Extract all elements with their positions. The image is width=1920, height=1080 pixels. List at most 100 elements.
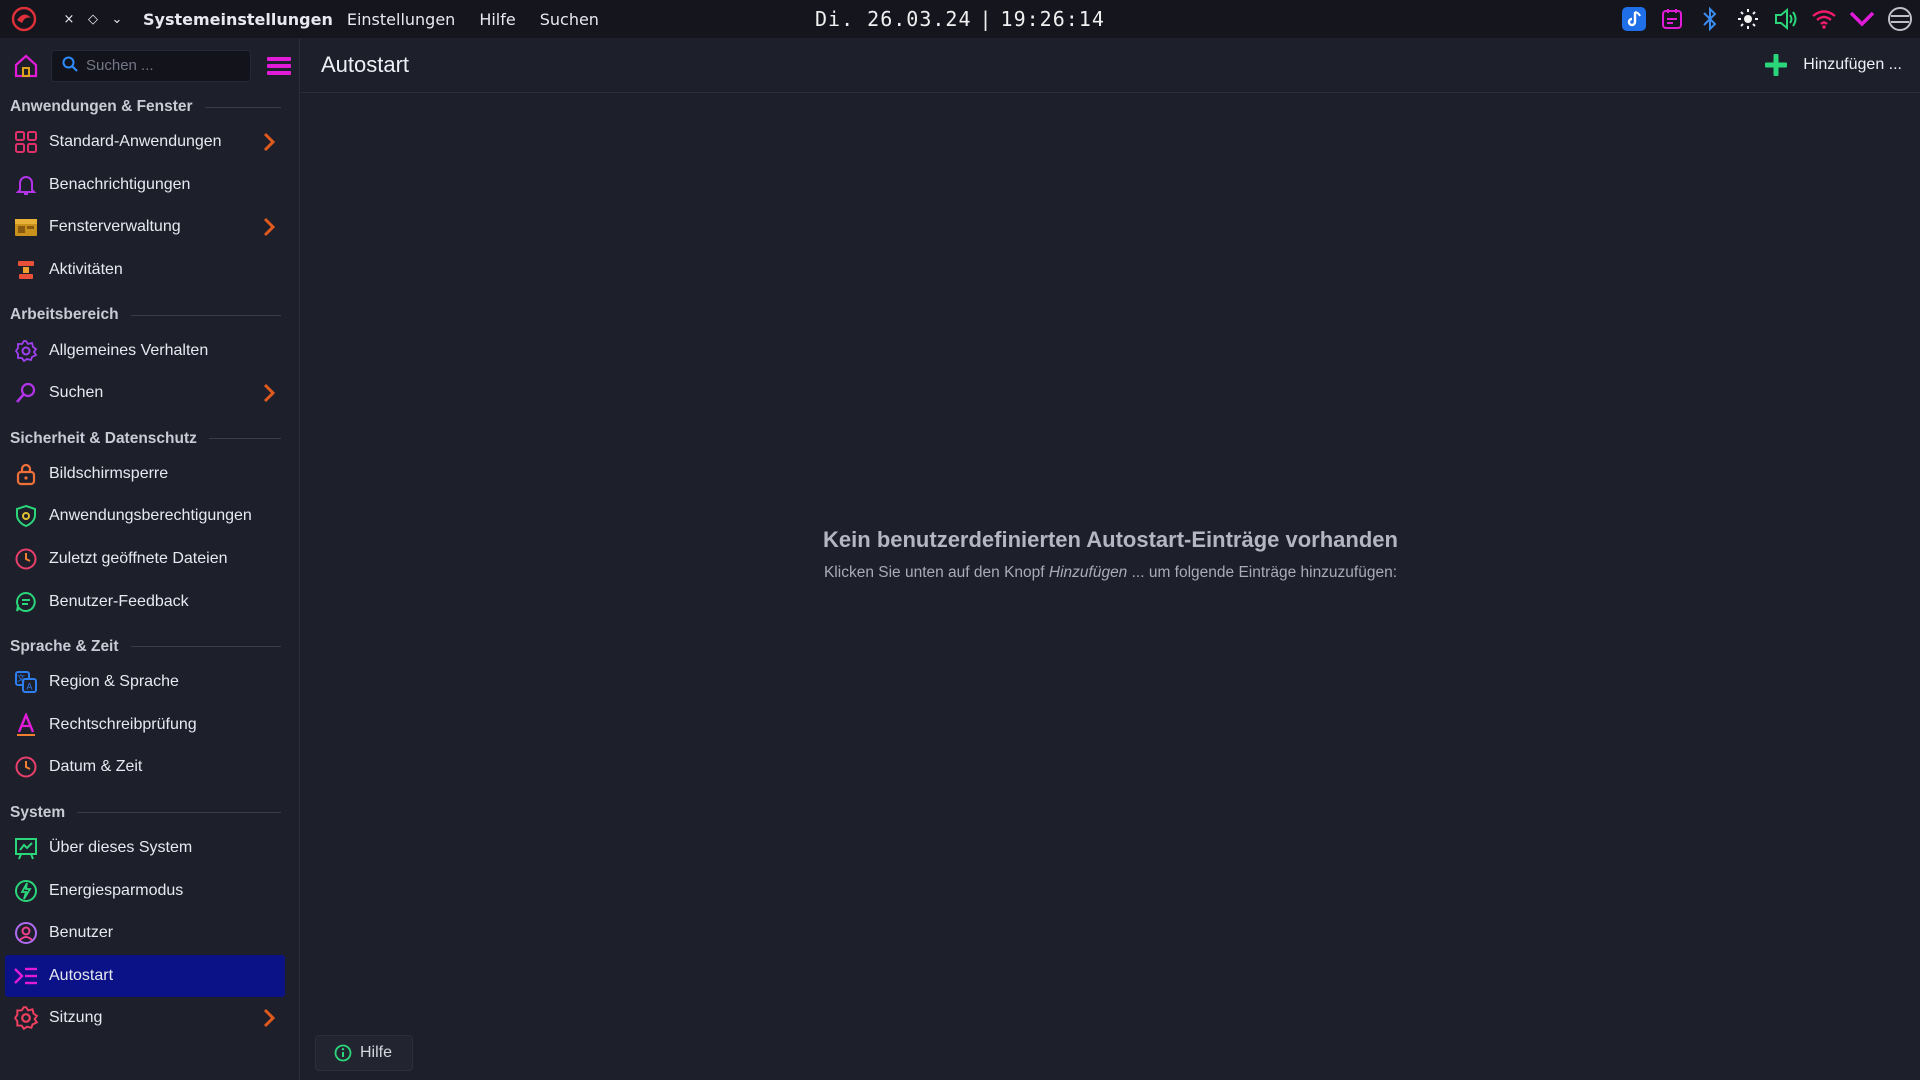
lock-icon xyxy=(13,461,39,487)
svg-text:文: 文 xyxy=(17,673,25,683)
sidebar-item-benutzer-feedback[interactable]: Benutzer-Feedback xyxy=(5,580,285,623)
sidebar-category-label: Anwendungen & Fenster xyxy=(10,98,193,115)
sidebar-item-label: Suchen xyxy=(49,384,104,402)
chevron-right-icon xyxy=(259,383,279,403)
sidebar-item-label: Rechtschreibprüfung xyxy=(49,715,197,733)
sidebar-item-aktivitäten[interactable]: Aktivitäten xyxy=(5,249,285,292)
session-gear-icon xyxy=(13,1005,39,1031)
sidebar-item-zuletzt-geöffnete-dateien[interactable]: Zuletzt geöffnete Dateien xyxy=(5,538,285,581)
help-button-label: Hilfe xyxy=(360,1044,393,1061)
chevron-right-icon xyxy=(259,217,279,237)
page-title: Autostart xyxy=(321,52,410,77)
add-button-label: Hinzufügen ... xyxy=(1803,56,1902,73)
menu-einstellungen[interactable]: Einstellungen xyxy=(347,10,455,29)
sidebar-category: System xyxy=(0,799,299,827)
global-menu: Systemeinstellungen Einstellungen Hilfe … xyxy=(143,10,623,29)
sidebar-item-fensterverwaltung[interactable]: Fensterverwaltung xyxy=(5,206,285,249)
shield-icon xyxy=(13,503,39,529)
user-icon[interactable] xyxy=(1886,5,1914,33)
feedback-icon xyxy=(13,589,39,615)
app-icon[interactable] xyxy=(1620,5,1648,33)
empty-text-after: ... um folgende Einträge hinzuzufügen: xyxy=(1127,564,1398,581)
magnifier-icon xyxy=(13,380,39,406)
sidebar-item-label: Benachrichtigungen xyxy=(49,175,191,193)
content-area: Kein benutzerdefinierten Autostart-Eintr… xyxy=(301,94,1920,1032)
main-header: Autostart Hinzufügen ... xyxy=(301,38,1920,93)
wifi-icon[interactable] xyxy=(1810,5,1838,33)
empty-state-title: Kein benutzerdefinierten Autostart-Eintr… xyxy=(823,527,1398,552)
spellcheck-icon xyxy=(13,712,39,738)
menu-hilfe[interactable]: Hilfe xyxy=(479,10,515,29)
sidebar-item-standard-anwendungen[interactable]: Standard-Anwendungen xyxy=(5,121,285,164)
clock[interactable]: Di. 26.03.24 | 19:26:14 xyxy=(815,6,1105,32)
category-divider xyxy=(77,812,281,814)
apps-grid-icon xyxy=(13,129,39,155)
sidebar-item-allgemeines-verhalten[interactable]: Allgemeines Verhalten xyxy=(5,329,285,372)
sidebar-item-label: Über dieses System xyxy=(49,839,193,857)
sidebar-item-bildschirmsperre[interactable]: Bildschirmsperre xyxy=(5,453,285,496)
sidebar-item-label: Energiesparmodus xyxy=(49,881,184,899)
sidebar-item-energiesparmodus[interactable]: Energiesparmodus xyxy=(5,869,285,912)
sidebar-item-benachrichtigungen[interactable]: Benachrichtigungen xyxy=(5,164,285,207)
clock-icon xyxy=(13,546,39,572)
category-divider xyxy=(204,106,281,108)
sidebar-item-label: Benutzer-Feedback xyxy=(49,592,189,610)
volume-icon[interactable] xyxy=(1772,5,1800,33)
menu-suchen[interactable]: Suchen xyxy=(540,10,599,29)
sidebar-item-anwendungsberechtigungen[interactable]: Anwendungsberechtigungen xyxy=(5,495,285,538)
window-controls: × ◇ ⌄ xyxy=(57,7,129,31)
chevron-right-icon xyxy=(259,1008,279,1028)
sidebar-item-über-dieses-system[interactable]: Über dieses System xyxy=(5,827,285,870)
search-input[interactable] xyxy=(86,57,246,74)
chevron-icon[interactable] xyxy=(1848,5,1876,33)
sidebar-category-label: System xyxy=(10,803,66,821)
sidebar-item-datum-zeit[interactable]: Datum & Zeit xyxy=(5,746,285,789)
search-icon xyxy=(62,56,78,76)
sidebar-item-label: Allgemeines Verhalten xyxy=(49,341,209,359)
bluetooth-icon[interactable] xyxy=(1696,5,1724,33)
footer: Hilfe xyxy=(301,1032,1920,1080)
chevron-right-icon xyxy=(259,132,279,152)
sidebar-item-rechtschreibprüfung[interactable]: Rechtschreibprüfung xyxy=(5,704,285,747)
sidebar-item-suchen[interactable]: Suchen xyxy=(5,372,285,415)
category-divider xyxy=(208,438,281,440)
hamburger-menu-icon[interactable] xyxy=(262,49,296,83)
home-icon[interactable] xyxy=(9,49,43,83)
power-icon xyxy=(13,878,39,904)
calendar-icon[interactable] xyxy=(1658,5,1686,33)
sidebar-item-label: Autostart xyxy=(49,966,114,984)
empty-state-text: Klicken Sie unten auf den Knopf Hinzufüg… xyxy=(301,564,1920,582)
sidebar-item-region-sprache[interactable]: A 文 Region & Sprache xyxy=(5,661,285,704)
activities-icon xyxy=(13,257,39,283)
sidebar-category: Anwendungen & Fenster xyxy=(0,93,299,121)
brightness-icon[interactable] xyxy=(1734,5,1762,33)
category-divider xyxy=(130,314,281,316)
info-board-icon xyxy=(13,835,39,861)
plus-icon xyxy=(1763,52,1789,78)
search-field[interactable] xyxy=(51,49,251,82)
app-name: Systemeinstellungen xyxy=(143,9,333,29)
top-panel: × ◇ ⌄ Systemeinstellungen Einstellungen … xyxy=(0,0,1920,38)
sidebar-item-label: Region & Sprache xyxy=(49,673,179,691)
sidebar-category: Arbeitsbereich xyxy=(0,301,299,329)
sidebar-item-benutzer[interactable]: Benutzer xyxy=(5,912,285,955)
user-icon xyxy=(13,920,39,946)
sidebar: Anwendungen & Fenster Standard-Anwendunge… xyxy=(0,93,300,1080)
close-icon[interactable]: × xyxy=(57,7,81,31)
sidebar-item-sitzung[interactable]: Sitzung xyxy=(5,997,285,1040)
help-button[interactable]: Hilfe xyxy=(315,1035,413,1071)
empty-text-emphasis: Hinzufügen xyxy=(1048,564,1128,581)
sidebar-item-autostart[interactable]: Autostart xyxy=(5,954,285,998)
chevron-down-icon[interactable]: ⌄ xyxy=(105,7,129,31)
bell-icon xyxy=(13,172,39,198)
sidebar-item-label: Standard-Anwendungen xyxy=(49,133,222,151)
sidebar-item-label: Benutzer xyxy=(49,924,114,942)
autostart-icon xyxy=(13,963,39,989)
distro-logo-icon[interactable] xyxy=(9,4,39,34)
add-button[interactable]: Hinzufügen ... xyxy=(1763,48,1902,82)
sidebar-category-label: Sprache & Zeit xyxy=(10,637,119,655)
keep-above-icon[interactable]: ◇ xyxy=(81,7,105,31)
category-divider xyxy=(130,646,281,648)
language-icon: A文 xyxy=(13,669,39,695)
sidebar-item-label: Anwendungsberechtigungen xyxy=(49,507,252,525)
